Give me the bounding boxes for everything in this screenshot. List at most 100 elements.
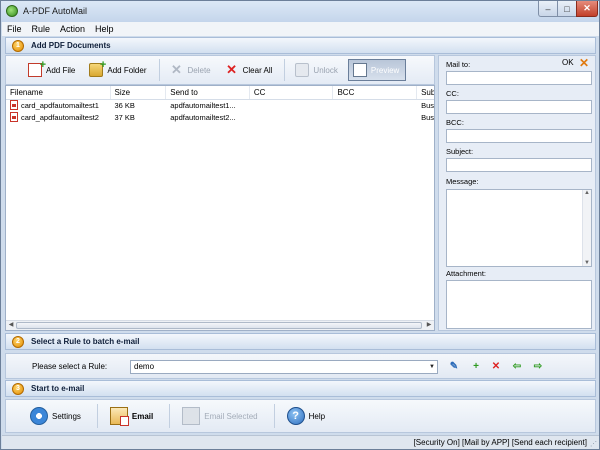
- preview-toggle-button[interactable]: Preview: [347, 59, 407, 81]
- delete-rule-icon[interactable]: ✕: [490, 361, 502, 373]
- scrollbar-thumb[interactable]: [16, 322, 422, 329]
- column-size[interactable]: Size: [111, 86, 167, 99]
- size-cell: 37 KB: [114, 113, 135, 122]
- status-bar: [Security On] [Mail by APP] [Send each r…: [2, 435, 599, 449]
- email-selected-icon: [182, 407, 201, 425]
- pdf-file-icon: [10, 100, 18, 110]
- filename-cell: card_apdfautomailtest1: [6, 100, 111, 112]
- cc-cell: [250, 112, 334, 124]
- mail-to-label: Mail to:: [446, 60, 471, 69]
- export-rule-icon[interactable]: ⇨: [532, 361, 544, 373]
- message-field[interactable]: ▲ ▼: [446, 189, 592, 267]
- scroll-left-icon[interactable]: ◀: [6, 321, 16, 330]
- rule-selection-bar: Please select a Rule: demo ▼ ✎ + ✕ ⇦ ⇨: [5, 353, 596, 379]
- help-label: Help: [308, 411, 326, 421]
- action-separator: [96, 404, 98, 428]
- import-rule-icon[interactable]: ⇦: [511, 361, 523, 373]
- menu-rule[interactable]: Rule: [27, 24, 56, 34]
- file-list-header: Filename Size Send to CC BCC Subj: [6, 86, 434, 100]
- window-title: A-PDF AutoMail: [23, 6, 88, 16]
- rule-selected-value: demo: [134, 362, 155, 371]
- table-row[interactable]: card_apdfautomailtest2 37 KB apdfautomai…: [6, 112, 434, 124]
- subject-label: Subject:: [446, 147, 474, 156]
- horizontal-scrollbar[interactable]: ◀ ▶: [6, 320, 434, 330]
- column-filename[interactable]: Filename: [6, 86, 111, 99]
- section-start-email-header: 3 Start to e-mail: [5, 380, 596, 397]
- add-rule-icon[interactable]: +: [470, 361, 482, 373]
- minimize-button[interactable]: –: [538, 1, 558, 17]
- subject-cell: Busi: [421, 101, 435, 110]
- chevron-down-icon[interactable]: ▼: [427, 361, 437, 373]
- column-bcc[interactable]: BCC: [333, 86, 418, 99]
- section-select-rule-header: 2 Select a Rule to batch e-mail: [5, 333, 596, 350]
- attachment-field[interactable]: [446, 280, 592, 329]
- mail-details-panel: Mail to: OK ✕ CC: BCC: Subject: Message:…: [438, 55, 596, 331]
- mail-to-field[interactable]: [446, 71, 592, 85]
- scroll-down-icon[interactable]: ▼: [583, 260, 591, 266]
- scroll-up-icon[interactable]: ▲: [583, 190, 591, 196]
- action-toolbar: Settings Email Email Selected ? Help: [5, 399, 596, 433]
- column-cc[interactable]: CC: [250, 86, 334, 99]
- email-selected-button[interactable]: Email Selected: [180, 404, 265, 428]
- close-window-button[interactable]: ✕: [576, 1, 598, 17]
- message-label: Message:: [446, 177, 479, 186]
- add-pdf-icon: [28, 59, 46, 77]
- email-label: Email: [131, 411, 154, 421]
- close-panel-icon[interactable]: ✕: [579, 56, 589, 70]
- section-select-rule-title: Select a Rule to batch e-mail: [31, 337, 140, 346]
- resize-grip-icon[interactable]: ⋰: [590, 440, 597, 448]
- action-separator: [273, 404, 275, 428]
- message-scrollbar[interactable]: ▲ ▼: [582, 190, 591, 266]
- cc-field[interactable]: [446, 100, 592, 114]
- add-folder-button[interactable]: Add Folder: [85, 59, 152, 81]
- pdf-file-icon: [10, 112, 18, 122]
- add-file-label: Add File: [46, 65, 76, 75]
- menu-bar: File Rule Action Help: [2, 22, 599, 36]
- cc-cell: [250, 100, 334, 112]
- step-2-badge: 2: [12, 335, 24, 348]
- delete-button[interactable]: ✕ Delete: [166, 59, 217, 81]
- app-logo-icon: [6, 5, 18, 17]
- unlock-button[interactable]: Unlock: [291, 59, 343, 81]
- file-toolbar: Add File Add Folder ✕ Delete ✕ Clear All…: [5, 55, 435, 85]
- settings-label: Settings: [52, 411, 81, 421]
- file-list-table[interactable]: Filename Size Send to CC BCC Subj card_a…: [5, 85, 435, 331]
- app-window: A-PDF AutoMail – □ ✕ File Rule Action He…: [0, 0, 600, 450]
- cc-label: CC:: [446, 89, 459, 98]
- ok-button[interactable]: OK: [562, 58, 574, 67]
- delete-label: Delete: [187, 65, 211, 75]
- menu-help[interactable]: Help: [90, 24, 119, 34]
- subject-field[interactable]: [446, 158, 592, 172]
- maximize-button[interactable]: □: [557, 1, 577, 17]
- clear-all-button[interactable]: ✕ Clear All: [221, 59, 279, 81]
- title-bar: A-PDF AutoMail – □ ✕: [1, 1, 599, 22]
- email-button[interactable]: Email: [108, 404, 161, 428]
- unlock-label: Unlock: [313, 65, 338, 75]
- column-send-to[interactable]: Send to: [166, 86, 250, 99]
- rule-dropdown[interactable]: demo ▼: [130, 360, 438, 374]
- action-separator: [169, 404, 171, 428]
- help-button[interactable]: ? Help: [285, 404, 333, 428]
- delete-icon: ✕: [171, 62, 182, 77]
- size-cell: 36 KB: [114, 101, 135, 110]
- send-to-cell: apdfautomailtest1...: [170, 101, 236, 110]
- menu-action[interactable]: Action: [55, 24, 90, 34]
- bcc-label: BCC:: [446, 118, 464, 127]
- add-folder-icon: [89, 59, 106, 77]
- step-3-badge: 3: [12, 382, 24, 395]
- edit-rule-icon[interactable]: ✎: [448, 361, 460, 373]
- scroll-right-icon[interactable]: ▶: [424, 321, 434, 330]
- settings-button[interactable]: Settings: [28, 404, 89, 428]
- send-to-cell: apdfautomailtest2...: [170, 113, 236, 122]
- table-row[interactable]: card_apdfautomailtest1 36 KB apdfautomai…: [6, 100, 434, 112]
- rule-label: Please select a Rule:: [32, 362, 108, 371]
- section-start-email-title: Start to e-mail: [31, 384, 85, 393]
- filename-cell: card_apdfautomailtest2: [6, 112, 111, 124]
- preview-label: Preview: [370, 65, 400, 75]
- step-1-badge: 1: [12, 39, 24, 52]
- add-file-button[interactable]: Add File: [24, 59, 81, 81]
- add-folder-label: Add Folder: [107, 65, 147, 75]
- column-subject[interactable]: Subj: [417, 86, 434, 99]
- menu-file[interactable]: File: [2, 24, 27, 34]
- bcc-field[interactable]: [446, 129, 592, 143]
